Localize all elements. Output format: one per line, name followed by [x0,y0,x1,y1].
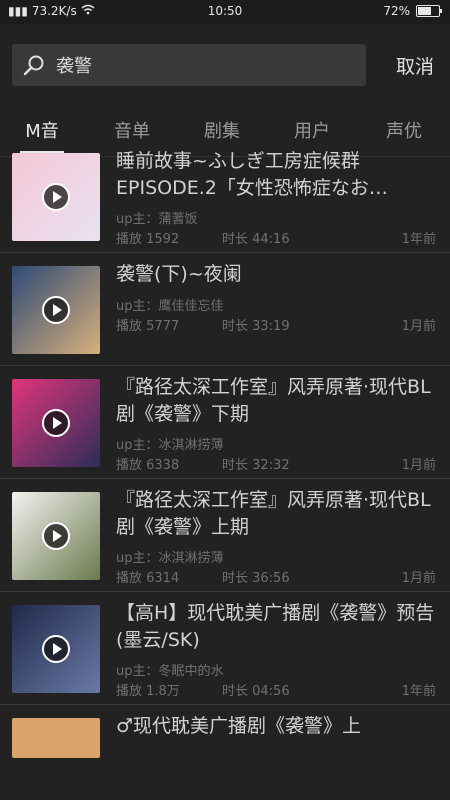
cancel-button[interactable]: 取消 [396,52,434,79]
search-bar: 袭警 取消 [0,24,450,110]
result-title: ♂现代耽美广播剧《袭警》上 [116,715,362,737]
status-bar: ▮▮▮ 73.2K/s 10:50 72% [0,0,450,24]
result-cover [12,153,100,241]
result-title: 睡前故事~ふしぎ工房症候群EPISODE.2「女性恐怖症なお… [116,150,388,199]
result-plays: 播放 1.8万 [116,684,180,699]
result-duration: 时长 44:16 [222,232,290,247]
search-icon [23,55,44,76]
result-item-partial[interactable]: ♂现代耽美广播剧《袭警》上 [0,705,450,758]
result-item[interactable]: 【高H】现代耽美广播剧《袭警》预告(墨云/SK) up主：冬眠中的水 播放 1.… [0,592,450,705]
result-cover [12,492,100,580]
result-duration: 时长 36:56 [222,571,290,586]
result-cover [12,718,100,758]
result-cover [12,266,100,354]
result-uploader: up主：冰淇淋捞薄 [116,551,224,566]
result-age: 1月前 [401,319,436,334]
result-age: 1年前 [401,684,436,699]
battery-percent: 72% [383,4,410,18]
result-plays: 播放 6338 [116,458,180,473]
result-uploader: up主：冰淇淋捞薄 [116,438,224,453]
result-duration: 时长 32:32 [222,458,290,473]
result-cover [12,605,100,693]
play-icon[interactable] [42,409,70,437]
play-icon[interactable] [42,522,70,550]
result-uploader: up主：冬眠中的水 [116,664,224,679]
play-icon[interactable] [42,635,70,663]
search-query: 袭警 [56,56,92,77]
battery-icon [416,5,442,17]
result-list: 睡前故事~ふしぎ工房症候群EPISODE.2「女性恐怖症なお… up主：蒲蓍饭 … [0,140,450,758]
play-icon[interactable] [42,183,70,211]
result-item[interactable]: 『路径太深工作室』风弄原著·现代BL剧《袭警》下期 up主：冰淇淋捞薄 播放 6… [0,366,450,479]
result-title: 『路径太深工作室』风弄原著·现代BL剧《袭警》上期 [116,489,431,538]
result-plays: 播放 5777 [116,319,180,334]
result-item[interactable]: 袭警(下)~夜阑 up主：鹰佳佳忘佳 播放 5777 时长 33:19 1月前 [0,253,450,366]
result-duration: 时长 33:19 [222,319,290,334]
status-right: 72% [383,4,442,18]
result-cover [12,379,100,467]
result-uploader: up主：鹰佳佳忘佳 [116,299,224,314]
result-item[interactable]: 『路径太深工作室』风弄原著·现代BL剧《袭警》上期 up主：冰淇淋捞薄 播放 6… [0,479,450,592]
result-title: 『路径太深工作室』风弄原著·现代BL剧《袭警》下期 [116,376,431,425]
result-age: 1月前 [401,571,436,586]
result-plays: 播放 1592 [116,232,180,247]
result-duration: 时长 04:56 [222,684,290,699]
result-item[interactable]: 睡前故事~ふしぎ工房症候群EPISODE.2「女性恐怖症なお… up主：蒲蓍饭 … [0,140,450,253]
play-icon[interactable] [42,296,70,324]
search-input[interactable]: 袭警 [12,44,366,86]
result-age: 1年前 [401,232,436,247]
result-uploader: up主：蒲蓍饭 [116,212,198,227]
result-age: 1月前 [401,458,436,473]
result-title: 【高H】现代耽美广播剧《袭警》预告(墨云/SK) [116,602,435,651]
result-plays: 播放 6314 [116,571,180,586]
result-title: 袭警(下)~夜阑 [116,263,242,285]
